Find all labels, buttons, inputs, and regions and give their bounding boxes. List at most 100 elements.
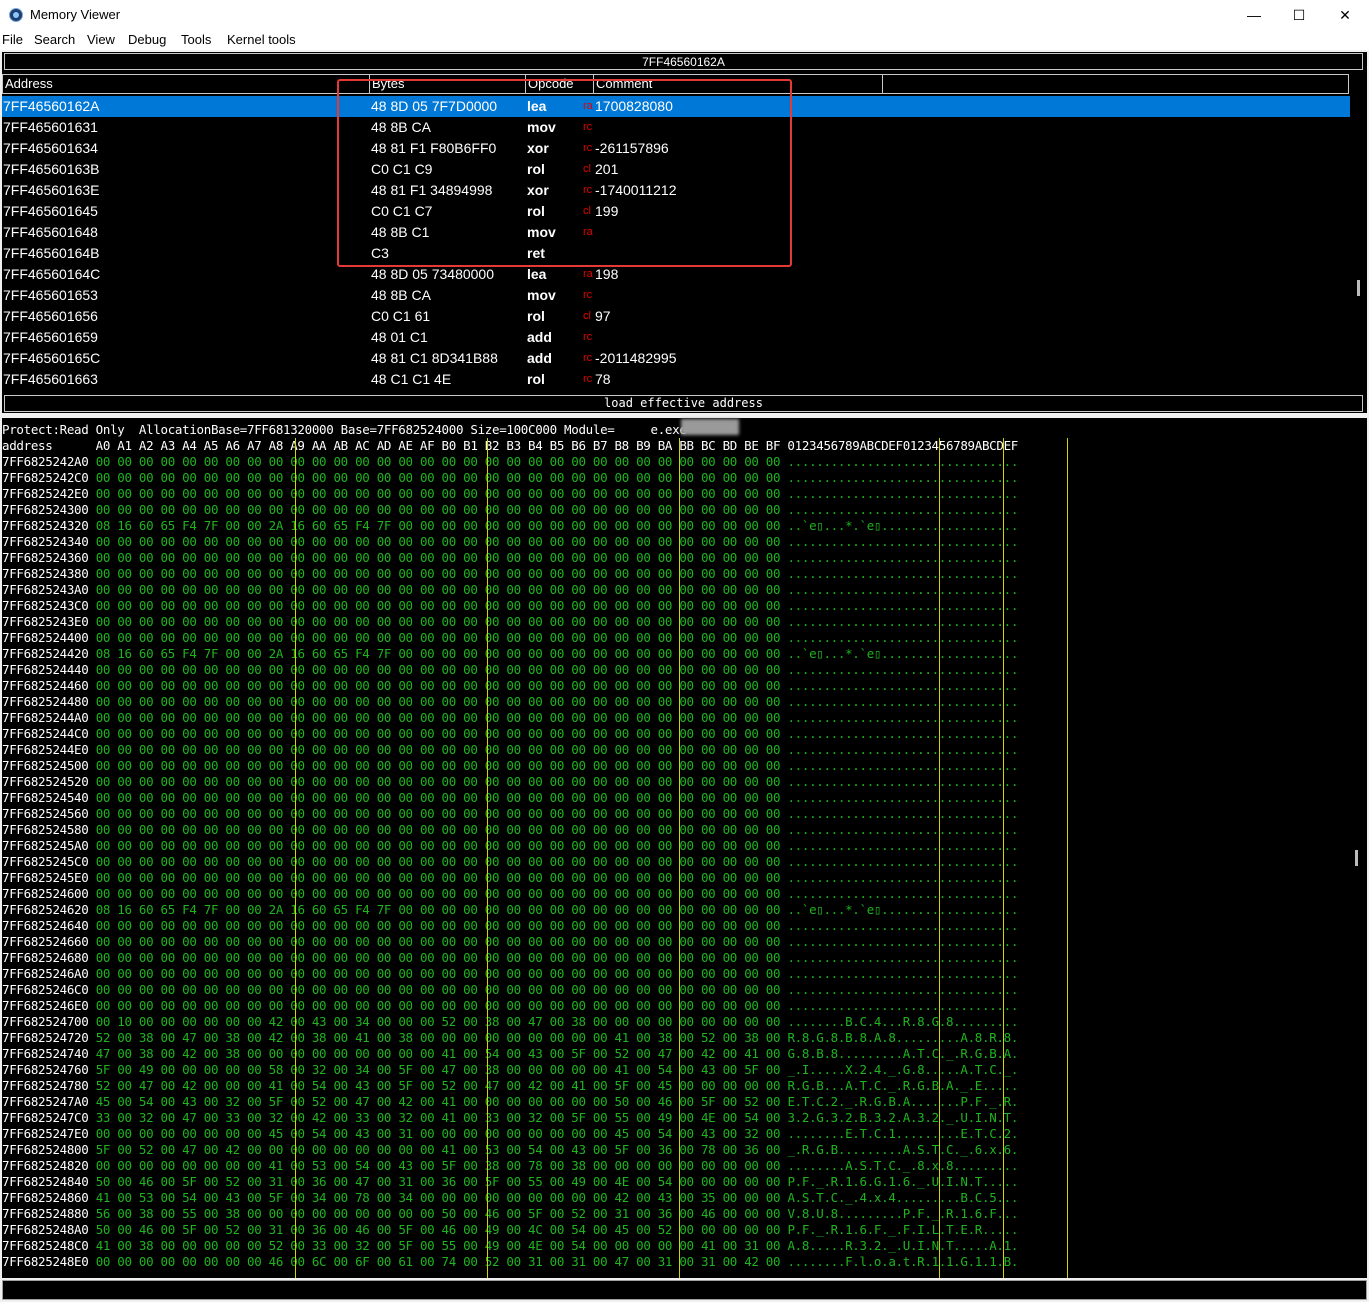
hex-row-ascii[interactable]: ................................ <box>787 502 1018 517</box>
disassembly-row[interactable]: 7FF465601659 48 01 C1 add rc <box>2 327 1350 348</box>
disassembler-scrollbar[interactable] <box>1357 280 1360 296</box>
hex-row-ascii[interactable]: ........F.l.o.a.t.R.1.1.G.1.1.B. <box>787 1254 1018 1269</box>
hex-row-ascii[interactable]: ................................ <box>787 918 1018 933</box>
hex-row-bytes[interactable]: 08 16 60 65 F4 7F 00 00 2A 16 60 65 F4 7… <box>96 646 781 661</box>
hex-row[interactable]: 7FF682524540 00 00 00 00 00 00 00 00 00 … <box>2 790 1018 806</box>
hex-row-ascii[interactable]: P.F._.R.1.6.G.1.6._.U.I.N.T..... <box>787 1174 1018 1189</box>
hex-row[interactable]: 7FF682524380 00 00 00 00 00 00 00 00 00 … <box>2 566 1018 582</box>
hex-row[interactable]: 7FF682524440 00 00 00 00 00 00 00 00 00 … <box>2 662 1018 678</box>
hex-row-ascii[interactable]: ................................ <box>787 982 1018 997</box>
hex-row-bytes[interactable]: 52 00 47 00 42 00 00 00 41 00 54 00 43 0… <box>96 1078 781 1093</box>
hex-row[interactable]: 7FF6825245C0 00 00 00 00 00 00 00 00 00 … <box>2 854 1018 870</box>
hex-row[interactable]: 7FF682524520 00 00 00 00 00 00 00 00 00 … <box>2 774 1018 790</box>
hex-row[interactable]: 7FF682524760 5F 00 49 00 00 00 00 00 58 … <box>2 1062 1018 1078</box>
hex-row-ascii[interactable]: ................................ <box>787 678 1018 693</box>
hex-row-bytes[interactable]: 47 00 38 00 42 00 38 00 00 00 00 00 00 0… <box>96 1046 781 1061</box>
disassembly-row[interactable]: 7FF46560163E 48 81 F1 34894998 xor rc -17400… <box>2 180 1350 201</box>
hex-row-ascii[interactable]: ................................ <box>787 566 1018 581</box>
hex-row-bytes[interactable]: 00 00 00 00 00 00 00 00 00 00 00 00 00 0… <box>96 886 781 901</box>
disassembly-row[interactable]: 7FF465601634 48 81 F1 F80B6FF0 xor rc -26115… <box>2 138 1350 159</box>
hex-row[interactable]: 7FF682524360 00 00 00 00 00 00 00 00 00 … <box>2 550 1018 566</box>
hex-row[interactable]: 7FF682524320 08 16 60 65 F4 7F 00 00 2A … <box>2 518 1018 534</box>
hex-row[interactable]: 7FF682524460 00 00 00 00 00 00 00 00 00 … <box>2 678 1018 694</box>
hex-row-ascii[interactable]: ................................ <box>787 886 1018 901</box>
hex-row-ascii[interactable]: ........E.T.C.1.........E.T.C.2. <box>787 1126 1018 1141</box>
disassembly-row[interactable]: 7FF465601663 48 C1 C1 4E rol rc 78 <box>2 369 1350 390</box>
hex-row-bytes[interactable]: 00 00 00 00 00 00 00 00 00 00 00 00 00 0… <box>96 998 781 1013</box>
disassembly-row[interactable]: 7FF46560164B C3 ret <box>2 243 1350 264</box>
hex-row-ascii[interactable]: ................................ <box>787 774 1018 789</box>
hex-row-bytes[interactable]: 5F 00 49 00 00 00 00 00 58 00 32 00 34 0… <box>96 1062 781 1077</box>
hex-row-bytes[interactable]: 00 00 00 00 00 00 00 00 00 00 00 00 00 0… <box>96 854 781 869</box>
hex-row-bytes[interactable]: 52 00 38 00 47 00 38 00 42 00 38 00 41 0… <box>96 1030 781 1045</box>
hex-row-bytes[interactable]: 00 00 00 00 00 00 00 00 00 00 00 00 00 0… <box>96 694 781 709</box>
hex-row[interactable]: 7FF682524480 00 00 00 00 00 00 00 00 00 … <box>2 694 1018 710</box>
hex-row[interactable]: 7FF682524840 50 00 46 00 5F 00 52 00 31 … <box>2 1174 1018 1190</box>
hex-row-bytes[interactable]: 00 00 00 00 00 00 00 00 00 00 00 00 00 0… <box>96 726 781 741</box>
hex-row[interactable]: 7FF682524600 00 00 00 00 00 00 00 00 00 … <box>2 886 1018 902</box>
hex-row[interactable]: 7FF682524680 00 00 00 00 00 00 00 00 00 … <box>2 950 1018 966</box>
column-header-comment[interactable]: Comment <box>593 74 883 94</box>
hex-row-bytes[interactable]: 00 00 00 00 00 00 00 00 45 00 54 00 43 0… <box>96 1126 781 1141</box>
disassembly-row[interactable]: 7FF46560164C 48 8D 05 73480000 lea ra 198 <box>2 264 1350 285</box>
hex-row-ascii[interactable]: ................................ <box>787 694 1018 709</box>
hex-row-bytes[interactable]: 00 00 00 00 00 00 00 00 00 00 00 00 00 0… <box>96 678 781 693</box>
menu-tools[interactable]: Tools <box>181 32 211 47</box>
hex-row-bytes[interactable]: 00 00 00 00 00 00 00 00 00 00 00 00 00 0… <box>96 806 781 821</box>
hex-view-panel[interactable]: Protect:Read Only AllocationBase=7FF6813… <box>2 418 1367 1278</box>
hex-row-ascii[interactable]: ..`e▯...*.`e▯................... <box>787 902 1018 917</box>
hex-row-ascii[interactable]: ................................ <box>787 630 1018 645</box>
hex-row[interactable]: 7FF6825245E0 00 00 00 00 00 00 00 00 00 … <box>2 870 1018 886</box>
hex-row-bytes[interactable]: 00 00 00 00 00 00 00 00 00 00 00 00 00 0… <box>96 566 781 581</box>
hex-row-bytes[interactable]: 56 00 38 00 55 00 38 00 00 00 00 00 00 0… <box>96 1206 781 1221</box>
hex-row[interactable]: 7FF682524740 47 00 38 00 42 00 38 00 00 … <box>2 1046 1018 1062</box>
menu-kernel-tools[interactable]: Kernel tools <box>227 32 296 47</box>
hex-row[interactable]: 7FF682524720 52 00 38 00 47 00 38 00 42 … <box>2 1030 1018 1046</box>
hex-row-ascii[interactable]: ................................ <box>787 470 1018 485</box>
hex-row[interactable]: 7FF6825247C0 33 00 32 00 47 00 33 00 32 … <box>2 1110 1018 1126</box>
hex-row[interactable]: 7FF6825247E0 00 00 00 00 00 00 00 00 45 … <box>2 1126 1018 1142</box>
hex-row[interactable]: 7FF682524660 00 00 00 00 00 00 00 00 00 … <box>2 934 1018 950</box>
hex-row-ascii[interactable]: _.R.G.B.........A.S.T.C._.6.x.6. <box>787 1142 1018 1157</box>
hex-row-ascii[interactable]: ................................ <box>787 486 1018 501</box>
hex-row-bytes[interactable]: 00 10 00 00 00 00 00 00 42 00 43 00 34 0… <box>96 1014 781 1029</box>
hex-row-bytes[interactable]: 00 00 00 00 00 00 00 00 00 00 00 00 00 0… <box>96 822 781 837</box>
hex-row-bytes[interactable]: 45 00 54 00 43 00 32 00 5F 00 52 00 47 0… <box>96 1094 781 1109</box>
hex-row-bytes[interactable]: 00 00 00 00 00 00 00 00 00 00 00 00 00 0… <box>96 934 781 949</box>
hex-row-ascii[interactable]: ................................ <box>787 726 1018 741</box>
hex-row-ascii[interactable]: _.I.....X.2.4._.G.8.....A.T.C._. <box>787 1062 1018 1077</box>
disassembler-panel[interactable]: 7FF46560162A Address Bytes Opcode Commen… <box>2 52 1367 413</box>
hex-row-bytes[interactable]: 00 00 00 00 00 00 00 00 00 00 00 00 00 0… <box>96 630 781 645</box>
hex-row-bytes[interactable]: 41 00 38 00 00 00 00 00 52 00 33 00 32 0… <box>96 1238 781 1253</box>
hex-row-ascii[interactable]: ................................ <box>787 710 1018 725</box>
hex-row-ascii[interactable]: A.S.T.C._.4.x.4.........B.C.5... <box>787 1190 1018 1205</box>
hex-row[interactable]: 7FF6825248C0 41 00 38 00 00 00 00 00 52 … <box>2 1238 1018 1254</box>
hex-row-bytes[interactable]: 00 00 00 00 00 00 00 00 00 00 00 00 00 0… <box>96 790 781 805</box>
hex-row-bytes[interactable]: 50 00 46 00 5F 00 52 00 31 00 36 00 46 0… <box>96 1222 781 1237</box>
hex-row-ascii[interactable]: E.T.C.2._.R.G.B.A.......P.F._.R. <box>787 1094 1018 1109</box>
hex-row[interactable]: 7FF682524420 08 16 60 65 F4 7F 00 00 2A … <box>2 646 1018 662</box>
hex-row-ascii[interactable]: 3.2.G.3.2.B.3.2.A.3.2._.U.I.N.T. <box>787 1110 1018 1125</box>
hex-row[interactable]: 7FF682524400 00 00 00 00 00 00 00 00 00 … <box>2 630 1018 646</box>
hex-row-bytes[interactable]: 00 00 00 00 00 00 00 00 00 00 00 00 00 0… <box>96 966 781 981</box>
disassembly-row[interactable]: 7FF465601645 C0 C1 C7 rol cl 199 <box>2 201 1350 222</box>
hex-row-ascii[interactable]: ................................ <box>787 598 1018 613</box>
hex-row-bytes[interactable]: 00 00 00 00 00 00 00 00 00 00 00 00 00 0… <box>96 470 781 485</box>
hex-row[interactable]: 7FF682524640 00 00 00 00 00 00 00 00 00 … <box>2 918 1018 934</box>
hex-row[interactable]: 7FF682524880 56 00 38 00 55 00 38 00 00 … <box>2 1206 1018 1222</box>
hex-row[interactable]: 7FF6825244A0 00 00 00 00 00 00 00 00 00 … <box>2 710 1018 726</box>
menu-search[interactable]: Search <box>34 32 75 47</box>
hex-row-bytes[interactable]: 5F 00 52 00 47 00 42 00 00 00 00 00 00 0… <box>96 1142 781 1157</box>
disassembly-row[interactable]: 7FF465601656 C0 C1 61 rol cl 97 <box>2 306 1350 327</box>
hex-row-ascii[interactable]: ................................ <box>787 614 1018 629</box>
hex-row[interactable]: 7FF682524700 00 10 00 00 00 00 00 00 42 … <box>2 1014 1018 1030</box>
hex-row-bytes[interactable]: 00 00 00 00 00 00 00 00 00 00 00 00 00 0… <box>96 870 781 885</box>
hex-row[interactable]: 7FF6825245A0 00 00 00 00 00 00 00 00 00 … <box>2 838 1018 854</box>
hex-row-ascii[interactable]: R.G.B...A.T.C._.R.G.B.A._.E..... <box>787 1078 1018 1093</box>
hex-row-bytes[interactable]: 00 00 00 00 00 00 00 00 00 00 00 00 00 0… <box>96 598 781 613</box>
disassembly-row[interactable]: 7FF465601653 48 8B CA mov rc <box>2 285 1350 306</box>
hex-row-bytes[interactable]: 41 00 53 00 54 00 43 00 5F 00 34 00 78 0… <box>96 1190 781 1205</box>
hex-row-ascii[interactable]: ................................ <box>787 758 1018 773</box>
hex-row-bytes[interactable]: 00 00 00 00 00 00 00 00 00 00 00 00 00 0… <box>96 838 781 853</box>
hex-row-bytes[interactable]: 08 16 60 65 F4 7F 00 00 2A 16 60 65 F4 7… <box>96 902 781 917</box>
